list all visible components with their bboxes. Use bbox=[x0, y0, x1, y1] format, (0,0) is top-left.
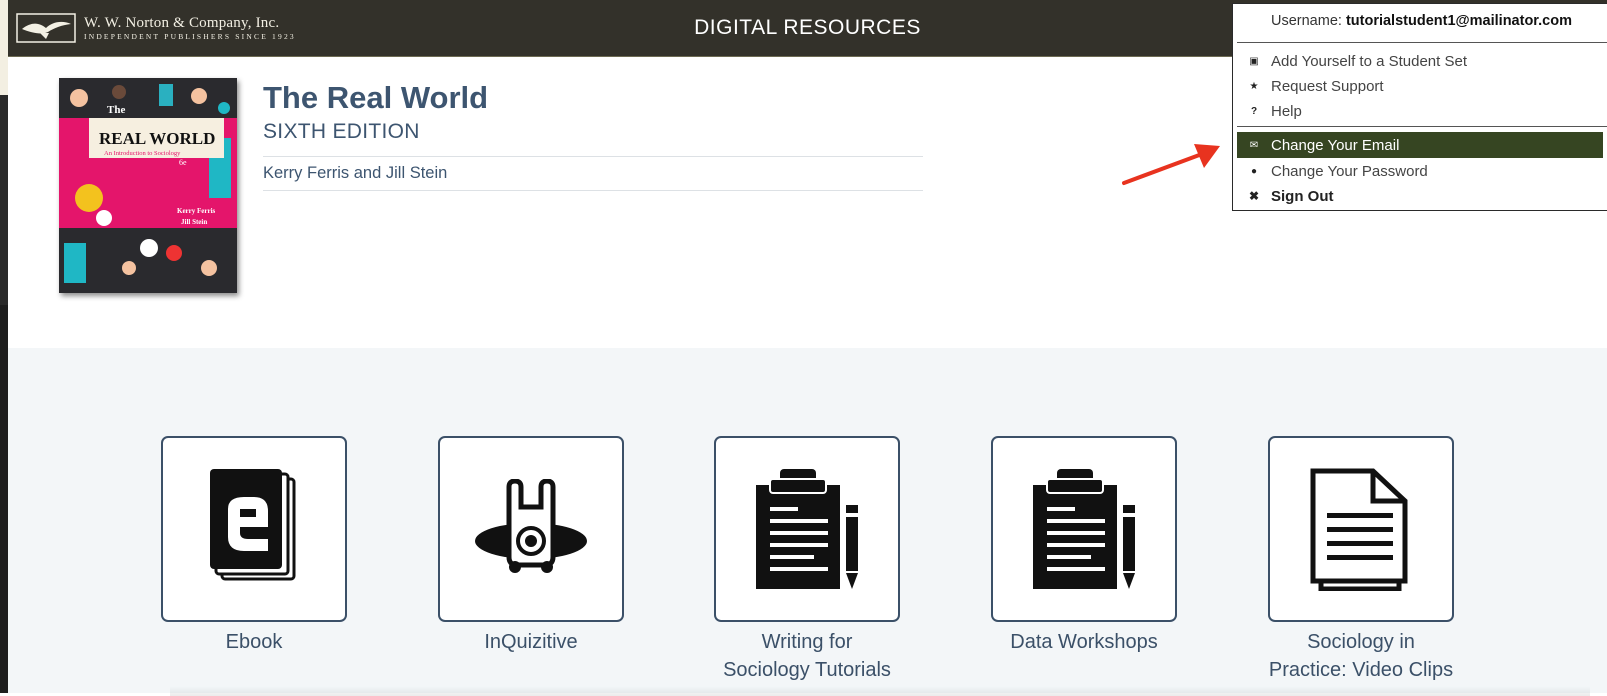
window-edge-dark bbox=[0, 95, 8, 305]
resource-label: Ebook bbox=[161, 628, 347, 656]
book-title: The Real World bbox=[263, 80, 488, 116]
menu-item-label: Change Your Password bbox=[1271, 163, 1428, 180]
x-icon: ✖ bbox=[1237, 189, 1271, 203]
menu-item-sign-out[interactable]: ✖ Sign Out bbox=[1237, 183, 1603, 209]
star-icon: ★ bbox=[1237, 81, 1271, 92]
document-icon bbox=[1309, 467, 1413, 591]
building-icon: ▣ bbox=[1237, 56, 1271, 67]
book-cover-art: The REAL WORLD An Introduction to Sociol… bbox=[59, 78, 237, 293]
menu-item-label: Help bbox=[1271, 103, 1302, 120]
lock-icon: ● bbox=[1237, 166, 1271, 177]
menu-item-label: Sign Out bbox=[1271, 188, 1334, 205]
resource-tile-box[interactable] bbox=[1268, 436, 1454, 622]
window-edge bbox=[0, 0, 8, 693]
menu-item-change-password[interactable]: ● Change Your Password bbox=[1237, 158, 1603, 184]
resource-label: Sociology in Practice: Video Clips bbox=[1268, 628, 1454, 684]
resource-tile-writing-tutorials[interactable]: Writing for Sociology Tutorials bbox=[714, 436, 900, 684]
menu-item-help[interactable]: ? Help bbox=[1237, 98, 1603, 124]
resource-tile-box[interactable] bbox=[991, 436, 1177, 622]
menu-divider bbox=[1237, 42, 1607, 43]
account-dropdown-menu: Username: tutorialstudent1@mailinator.co… bbox=[1232, 3, 1607, 211]
divider bbox=[263, 190, 923, 191]
question-icon: ? bbox=[1237, 106, 1271, 117]
inquizitive-icon bbox=[471, 479, 591, 579]
menu-item-label: Change Your Email bbox=[1271, 137, 1399, 154]
window-edge-light bbox=[0, 0, 8, 95]
resource-label: InQuizitive bbox=[438, 628, 624, 656]
divider bbox=[263, 156, 923, 157]
footer-shadow bbox=[170, 686, 1590, 696]
menu-item-add-student-set[interactable]: ▣ Add Yourself to a Student Set bbox=[1237, 48, 1603, 74]
book-authors: Kerry Ferris and Jill Stein bbox=[263, 164, 447, 183]
annotation-arrow-icon bbox=[1120, 140, 1230, 190]
ebook-icon bbox=[204, 469, 304, 589]
resource-label: Data Workshops bbox=[991, 628, 1177, 656]
resource-tile-box[interactable] bbox=[438, 436, 624, 622]
resource-tile-box[interactable] bbox=[161, 436, 347, 622]
menu-item-change-email[interactable]: ✉ Change Your Email bbox=[1237, 132, 1603, 158]
cover-small-word: The bbox=[107, 104, 125, 116]
book-cover: The REAL WORLD An Introduction to Sociol… bbox=[59, 78, 237, 293]
menu-item-request-support[interactable]: ★ Request Support bbox=[1237, 73, 1603, 99]
resource-tile-video-clips[interactable]: Sociology in Practice: Video Clips bbox=[1268, 436, 1454, 684]
resource-tile-ebook[interactable]: Ebook bbox=[161, 436, 347, 656]
book-edition: SIXTH EDITION bbox=[263, 120, 420, 144]
envelope-icon: ✉ bbox=[1237, 140, 1271, 151]
clipboard-pencil-icon bbox=[752, 467, 862, 591]
username-label: Username: bbox=[1271, 13, 1342, 29]
menu-item-label: Add Yourself to a Student Set bbox=[1271, 53, 1467, 70]
resource-label: Writing for Sociology Tutorials bbox=[714, 628, 900, 684]
cover-author-1: Kerry Ferris bbox=[177, 207, 216, 215]
resource-tile-inquizitive[interactable]: InQuizitive bbox=[438, 436, 624, 656]
resource-tile-box[interactable] bbox=[714, 436, 900, 622]
cover-subtitle: An Introduction to Sociology bbox=[104, 150, 181, 157]
cover-title: REAL WORLD bbox=[99, 129, 215, 148]
clipboard-pencil-icon bbox=[1029, 467, 1139, 591]
resource-tile-data-workshops[interactable]: Data Workshops bbox=[991, 436, 1177, 656]
username-value: tutorialstudent1@mailinator.com bbox=[1346, 13, 1572, 29]
cover-author-2: Jill Stein bbox=[181, 218, 207, 226]
username-display: Username: tutorialstudent1@mailinator.co… bbox=[1271, 13, 1572, 29]
menu-item-label: Request Support bbox=[1271, 78, 1384, 95]
menu-divider bbox=[1237, 126, 1607, 127]
cover-edition-mark: 6e bbox=[179, 158, 187, 167]
